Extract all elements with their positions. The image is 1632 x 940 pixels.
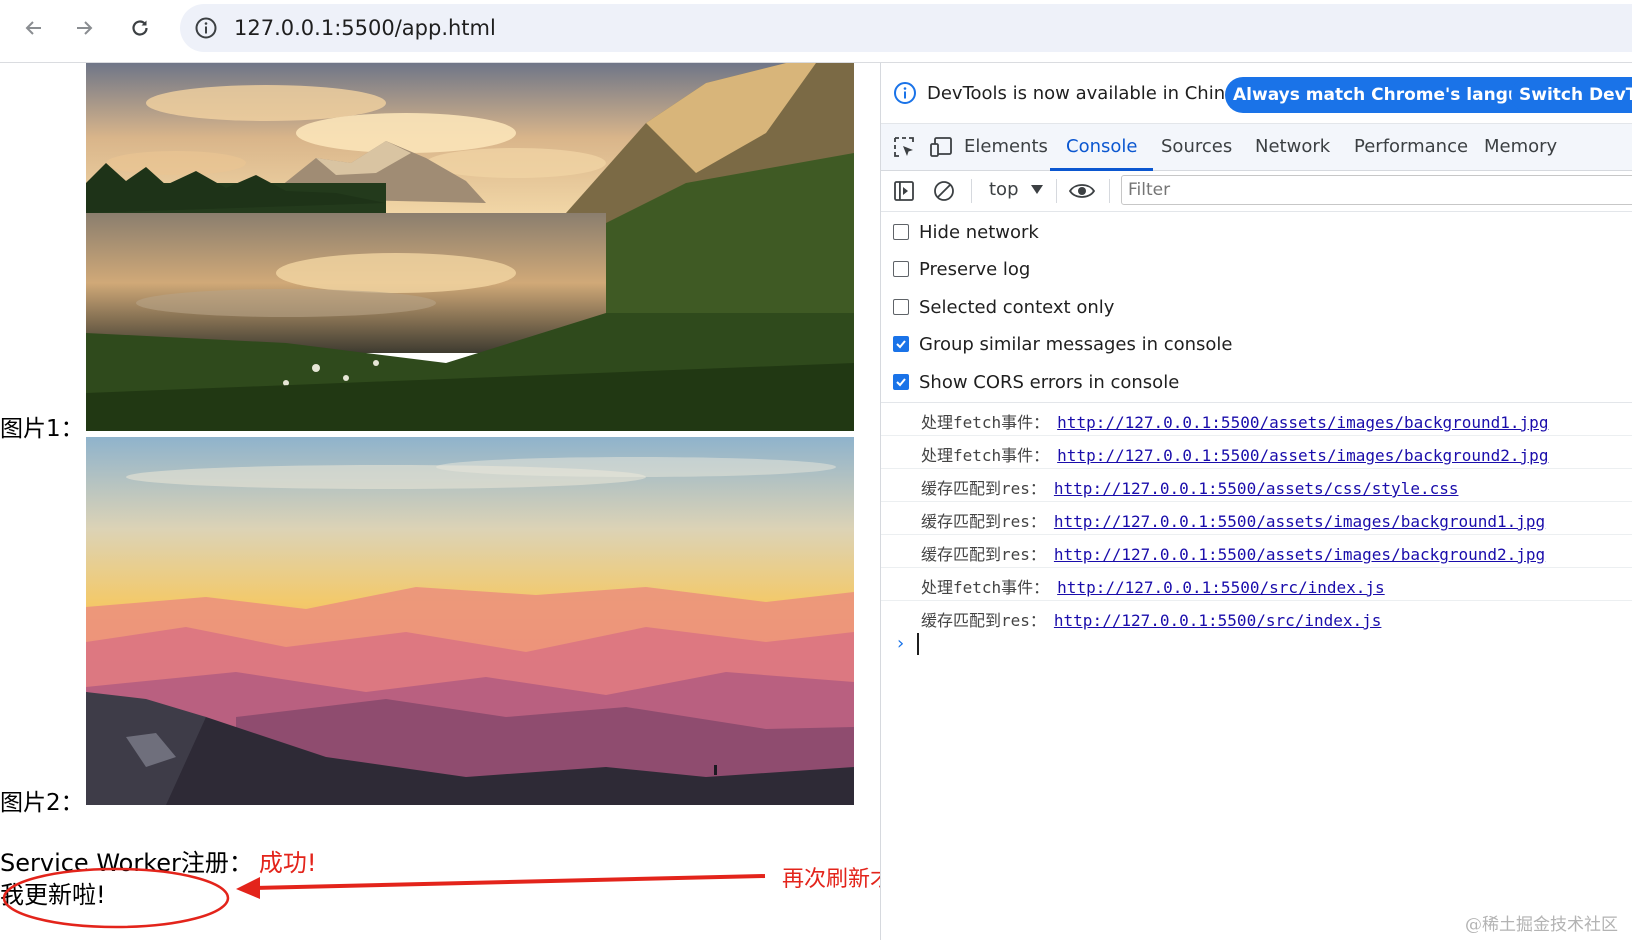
devtools-tabbar: Elements Console Sources Network Perform… (881, 124, 1632, 171)
switch-devtools-button[interactable]: Switch DevTo (1511, 77, 1632, 113)
image1-label: 图片1： (0, 416, 84, 442)
log-url-link[interactable]: http://127.0.0.1:5500/assets/images/back… (1057, 446, 1548, 465)
checkmark-icon (896, 378, 906, 387)
tab-console[interactable]: Console (1049, 124, 1155, 171)
live-expression-eye-icon[interactable] (1068, 180, 1096, 202)
sidebar-toggle-icon[interactable] (893, 180, 915, 202)
url-text[interactable]: 127.0.0.1:5500/app.html (234, 16, 496, 40)
tab-network[interactable]: Network (1255, 124, 1330, 170)
language-infobar: DevTools is now available in Chinese! Al… (881, 63, 1632, 124)
setting-label: Hide network (919, 221, 1039, 243)
chevron-down-icon[interactable] (1031, 185, 1043, 194)
log-message: 处理fetch事件： http://127.0.0.1:5500/assets/i… (921, 442, 1548, 466)
log-row: 缓存匹配到res： http://127.0.0.1:5500/assets/im… (881, 502, 1632, 535)
tab-performance[interactable]: Performance (1354, 124, 1468, 170)
log-message: 缓存匹配到res： http://127.0.0.1:5500/assets/im… (921, 541, 1545, 565)
setting-group-similar[interactable]: Group similar messages in console (893, 332, 1233, 356)
log-row: 处理fetch事件： http://127.0.0.1:5500/assets/i… (881, 436, 1632, 469)
address-bar[interactable]: 127.0.0.1:5500/app.html (180, 4, 1632, 52)
log-url-link[interactable]: http://127.0.0.1:5500/assets/images/back… (1054, 512, 1545, 531)
image2-label: 图片2： (0, 790, 84, 816)
inspect-element-icon[interactable] (893, 136, 915, 158)
log-prefix: 缓存匹配到res： (921, 479, 1046, 498)
tab-sources[interactable]: Sources (1161, 124, 1232, 170)
devtools-panel: DevTools is now available in Chinese! Al… (881, 63, 1632, 940)
log-prefix: 处理fetch事件： (921, 578, 1050, 597)
log-prefix: 缓存匹配到res： (921, 611, 1046, 630)
setting-label: Show CORS errors in console (919, 371, 1180, 393)
device-toolbar-icon[interactable] (929, 136, 953, 158)
log-message: 处理fetch事件： http://127.0.0.1:5500/assets/i… (921, 409, 1548, 433)
setting-label: Selected context only (919, 296, 1115, 318)
arrow-right-icon (77, 21, 93, 35)
checkbox-checked[interactable] (893, 374, 909, 390)
log-message: 缓存匹配到res： http://127.0.0.1:5500/assets/im… (921, 508, 1545, 532)
setting-label: Preserve log (919, 258, 1031, 280)
console-log: 处理fetch事件： http://127.0.0.1:5500/assets/i… (881, 403, 1632, 633)
annotation-arrow (236, 874, 766, 899)
arrow-left-icon (25, 21, 41, 35)
console-input-caret[interactable] (917, 633, 919, 655)
site-info-icon[interactable] (194, 16, 218, 40)
log-prefix: 处理fetch事件： (921, 413, 1050, 432)
forward-button[interactable] (66, 10, 102, 46)
watermark: @稀土掘金技术社区 (1465, 915, 1618, 935)
toolbar-separator (1109, 179, 1110, 203)
context-selector[interactable]: top (989, 179, 1019, 200)
log-url-link[interactable]: http://127.0.0.1:5500/assets/images/back… (1057, 413, 1548, 432)
tab-elements[interactable]: Elements (964, 124, 1048, 170)
checkbox[interactable] (893, 224, 909, 240)
setting-show-cors-errors[interactable]: Show CORS errors in console (893, 370, 1179, 394)
lake-mountain-image (86, 63, 854, 431)
reload-icon (132, 20, 148, 36)
log-url-link[interactable]: http://127.0.0.1:5500/assets/images/back… (1054, 545, 1545, 564)
console-toolbar: top (881, 171, 1632, 212)
log-message: 缓存匹配到res： http://127.0.0.1:5500/src/index… (921, 607, 1381, 631)
checkmark-icon (896, 340, 906, 349)
log-url-link[interactable]: http://127.0.0.1:5500/src/index.js (1054, 611, 1382, 630)
log-url-link[interactable]: http://127.0.0.1:5500/src/index.js (1057, 578, 1385, 597)
highlight-ellipse (2, 867, 230, 929)
toolbar-separator (971, 179, 972, 203)
setting-label: Group similar messages in console (919, 333, 1233, 355)
checkbox[interactable] (893, 299, 909, 315)
setting-selected-context-only[interactable]: Selected context only (893, 295, 1114, 319)
log-row: 缓存匹配到res： http://127.0.0.1:5500/assets/im… (881, 535, 1632, 568)
checkbox[interactable] (893, 261, 909, 277)
log-row: 缓存匹配到res： http://127.0.0.1:5500/src/index… (881, 601, 1632, 633)
tab-memory[interactable]: Memory (1484, 124, 1557, 170)
console-filter-input[interactable] (1121, 175, 1632, 205)
log-prefix: 缓存匹配到res： (921, 512, 1046, 531)
setting-hide-network[interactable]: Hide network (893, 220, 1039, 244)
log-row: 处理fetch事件： http://127.0.0.1:5500/src/inde… (881, 568, 1632, 601)
toolbar-separator (1056, 179, 1057, 203)
console-prompt-chevron-icon: › (897, 633, 905, 654)
setting-preserve-log[interactable]: Preserve log (893, 257, 1030, 281)
sunset-mountain-image (86, 437, 854, 805)
back-button[interactable] (16, 10, 52, 46)
info-icon (894, 82, 916, 104)
console-settings: Hide network Preserve log Selected conte… (881, 212, 1632, 403)
log-row: 缓存匹配到res： http://127.0.0.1:5500/assets/cs… (881, 469, 1632, 502)
web-page: 图片1： 图片2： Service Worker注册： 成功! 我更新啦! 再次… (0, 63, 936, 940)
log-row: 处理fetch事件： http://127.0.0.1:5500/assets/i… (881, 403, 1632, 436)
infobar-message: DevTools is now available in Chinese! (927, 83, 1264, 104)
checkbox-checked[interactable] (893, 336, 909, 352)
log-message: 缓存匹配到res： http://127.0.0.1:5500/assets/cs… (921, 475, 1458, 499)
reload-button[interactable] (122, 10, 158, 46)
log-message: 处理fetch事件： http://127.0.0.1:5500/src/inde… (921, 574, 1385, 598)
browser-toolbar: 127.0.0.1:5500/app.html (0, 0, 1632, 56)
clear-console-icon[interactable] (933, 180, 955, 202)
log-prefix: 缓存匹配到res： (921, 545, 1046, 564)
log-prefix: 处理fetch事件： (921, 446, 1050, 465)
log-url-link[interactable]: http://127.0.0.1:5500/assets/css/style.c… (1054, 479, 1459, 498)
